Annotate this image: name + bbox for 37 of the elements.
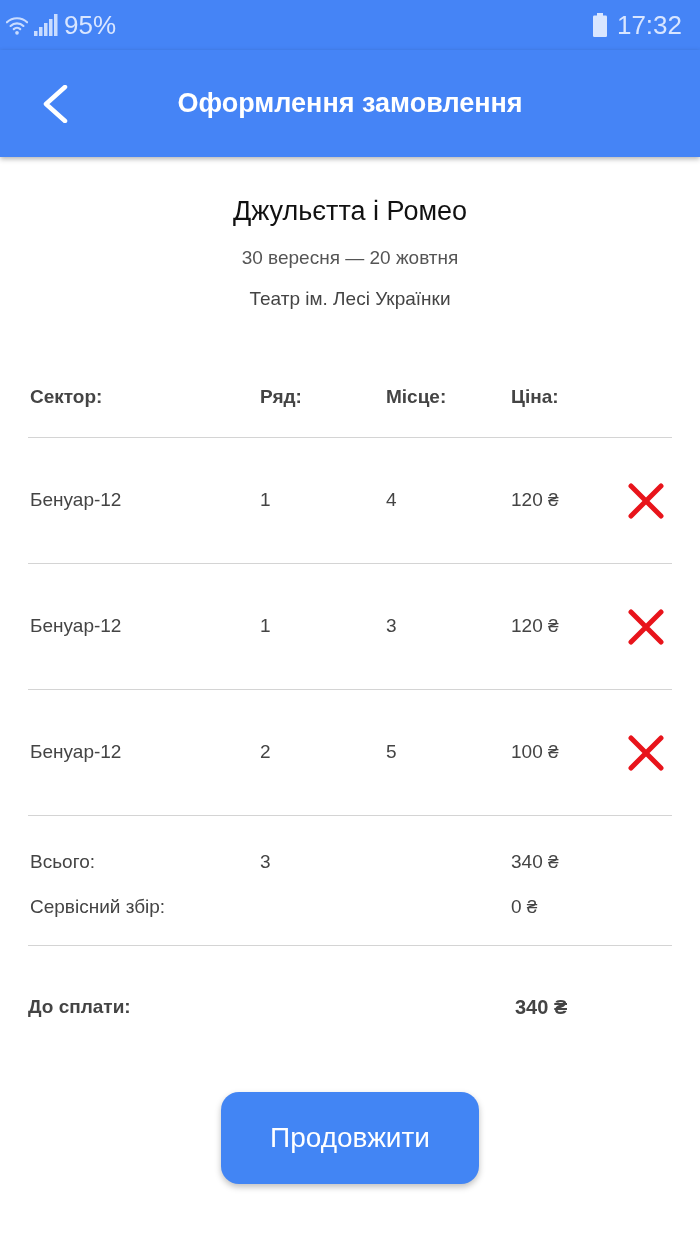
summary-value: 0 ₴ xyxy=(511,895,539,919)
back-icon[interactable] xyxy=(42,84,68,123)
total-value: 340 ₴ xyxy=(514,995,569,1019)
wifi-icon xyxy=(6,14,28,36)
seat-cell-text: 5 xyxy=(386,740,398,765)
sector-cell-text: Бенуар-12 xyxy=(30,614,123,639)
row-cell-text: 2 xyxy=(260,740,272,765)
signal-icon xyxy=(34,14,58,36)
summary-value: 340 ₴ xyxy=(511,850,560,874)
price-cell-text: 120 ₴ xyxy=(511,488,560,513)
row-cell-text: 1 xyxy=(260,488,272,513)
cross-icon[interactable] xyxy=(628,482,664,519)
battery-percent: 95% xyxy=(64,12,117,38)
column-header: Сектор: xyxy=(30,385,104,410)
price-cell-text: 100 ₴ xyxy=(511,740,560,765)
continue-button[interactable]: Продовжити xyxy=(221,1092,479,1184)
status-time: 17:32 xyxy=(616,12,682,38)
event-venue: Театр ім. Лесі Українки xyxy=(249,287,451,311)
summary-label: Сервісний збір: xyxy=(30,895,167,919)
header-title: Оформлення замовлення xyxy=(177,87,523,121)
sector-cell-text: Бенуар-12 xyxy=(30,740,123,765)
price-cell-text: 120 ₴ xyxy=(511,614,560,639)
summary-count: 3 xyxy=(260,850,272,874)
column-header: Місце: xyxy=(386,385,448,410)
event-title: Джульєтта і Ромео xyxy=(232,195,467,228)
summary-label: Всього: xyxy=(30,850,96,874)
total-label: До сплати: xyxy=(28,995,132,1019)
seat-cell-text: 3 xyxy=(386,614,398,639)
battery-icon xyxy=(592,13,607,37)
seat-cell-text: 4 xyxy=(386,488,398,513)
column-header: Ціна: xyxy=(511,385,560,410)
cross-icon[interactable] xyxy=(628,608,664,645)
event-dates: 30 вересня — 20 жовтня xyxy=(241,246,459,270)
row-cell-text: 1 xyxy=(260,614,272,639)
cross-icon[interactable] xyxy=(628,734,664,771)
column-header: Ряд: xyxy=(260,385,303,410)
sector-cell-text: Бенуар-12 xyxy=(30,488,123,513)
